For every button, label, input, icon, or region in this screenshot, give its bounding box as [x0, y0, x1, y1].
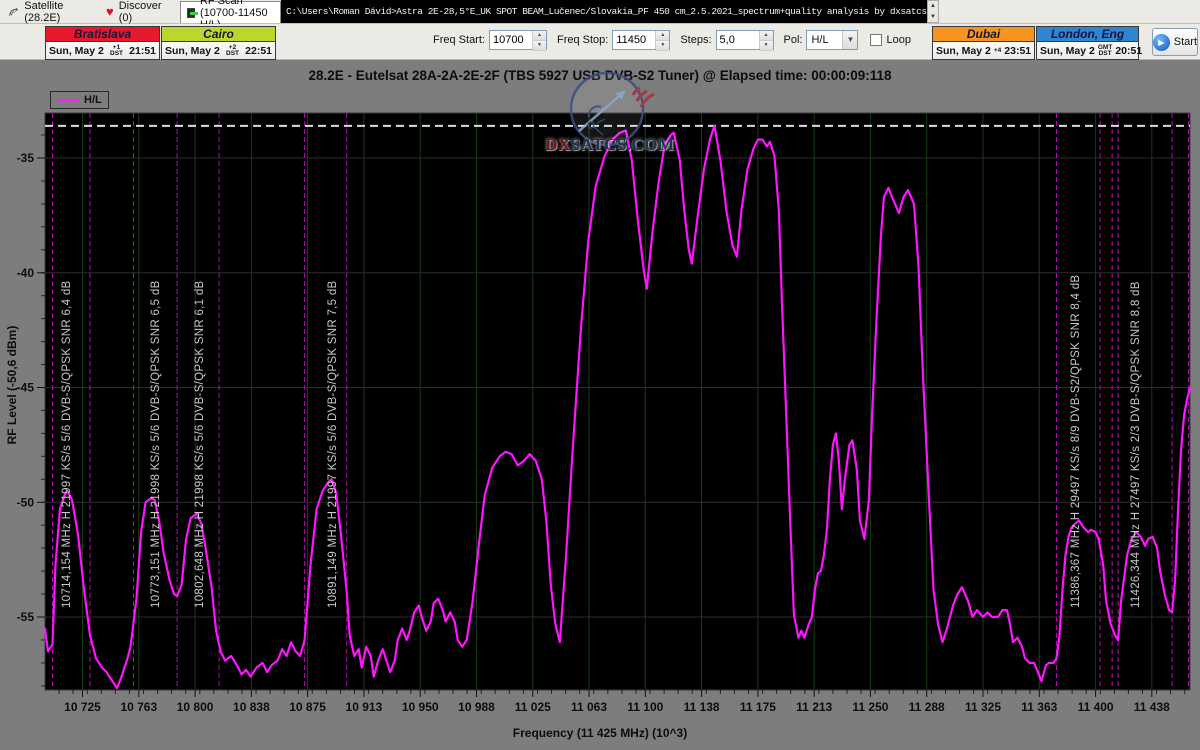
console-scrollbar[interactable]: ▲ ▼: [927, 0, 939, 23]
clock-timezone: +1 DST: [110, 43, 123, 57]
clock-city: London, Eng: [1037, 27, 1138, 42]
clock-timezone: +2 DST: [226, 43, 239, 57]
svg-text:11 138: 11 138: [684, 700, 720, 714]
svg-text:10 800: 10 800: [177, 700, 214, 714]
clock-bratislava: Bratislava Sun, May 2 +1 DST 21:51: [45, 26, 160, 60]
svg-text:11 025: 11 025: [515, 700, 551, 714]
svg-text:11 063: 11 063: [571, 700, 607, 714]
clock-date: Sun, May 2: [49, 44, 104, 57]
svg-text:11 363: 11 363: [1021, 700, 1057, 714]
svg-text:11 438: 11 438: [1134, 700, 1170, 714]
svg-text:10 913: 10 913: [346, 700, 383, 714]
svg-text:11 213: 11 213: [796, 700, 832, 714]
scan-controls: Freq Start: ▲▼ Freq Stop: ▲▼ Steps: ▲▼ P…: [433, 30, 911, 51]
svg-text:-35: -35: [17, 151, 35, 165]
spinner-up-icon[interactable]: ▲: [532, 31, 546, 41]
spinner-down-icon[interactable]: ▼: [759, 41, 773, 51]
svg-text:10 838: 10 838: [233, 700, 270, 714]
tab-satellite[interactable]: Satellite (28.2E): [2, 0, 98, 24]
svg-text:-55: -55: [17, 610, 35, 624]
clock-timezone: GMT DST: [1097, 43, 1113, 57]
svg-text:10 763: 10 763: [120, 700, 157, 714]
top-tab-bar: Satellite (28.2E) ♥ Discover (0) RF Scan…: [0, 0, 1200, 31]
svg-text:10891,149 MHz H 21997 KS/s 5/6: 10891,149 MHz H 21997 KS/s 5/6 DVB-S/QPS…: [327, 280, 339, 608]
svg-text:11 325: 11 325: [965, 700, 1001, 714]
spinner-down-icon[interactable]: ▼: [532, 41, 546, 51]
clock-cairo: Cairo Sun, May 2 +2 DST 22:51: [161, 26, 276, 60]
satellite-dish-icon: [9, 7, 18, 16]
svg-text:11 100: 11 100: [627, 700, 663, 714]
clock-date: Sun, May 2: [165, 44, 220, 57]
svg-text:11 175: 11 175: [740, 700, 776, 714]
svg-text:10 875: 10 875: [289, 700, 326, 714]
clock-date: Sun, May 2: [936, 44, 991, 57]
steps-stepper: ▲▼: [715, 30, 774, 51]
tab-discover[interactable]: ♥ Discover (0): [100, 0, 178, 24]
loop-checkbox[interactable]: [870, 34, 883, 46]
svg-text:10802,648 MHz H 21998 KS/s 5/6: 10802,648 MHz H 21998 KS/s 5/6 DVB-S/QPS…: [194, 280, 206, 608]
svg-text:-50: -50: [17, 495, 35, 509]
clock-date: Sun, May 2: [1040, 44, 1095, 57]
steps-label: Steps:: [680, 34, 712, 46]
svg-text:11 288: 11 288: [909, 700, 945, 714]
tab-rf-scan[interactable]: RF Scan (10700-11450 H/L): [180, 0, 281, 31]
scroll-up-icon[interactable]: ▲: [930, 3, 936, 9]
freq-stop-stepper: ▲▼: [612, 30, 671, 51]
spectrum-chart-panel: 28.2E - Eutelsat 28A-2A-2E-2F (TBS 5927 …: [0, 60, 1200, 750]
control-bar: Bratislava Sun, May 2 +1 DST 21:51 Cairo …: [0, 24, 1200, 60]
play-icon: ▶: [1153, 33, 1170, 51]
svg-text:10773,151 MHz H 21998 KS/s 5/6: 10773,151 MHz H 21998 KS/s 5/6 DVB-S/QPS…: [150, 280, 162, 608]
freq-start-label: Freq Start:: [433, 34, 485, 46]
freq-start-input[interactable]: [489, 31, 532, 49]
tab-discover-label: Discover (0): [118, 0, 162, 24]
pol-select-value: H/L: [811, 34, 829, 46]
pol-select[interactable]: H/L ▼: [806, 30, 859, 50]
svg-text:11 250: 11 250: [852, 700, 888, 714]
pol-label: Pol:: [783, 34, 803, 46]
svg-text:11426,344 MHz H 27497 KS/s 2/3: 11426,344 MHz H 27497 KS/s 2/3 DVB-S/QPS…: [1130, 281, 1142, 608]
tab-satellite-label: Satellite (28.2E): [24, 0, 64, 24]
chevron-down-icon: ▼: [842, 31, 858, 49]
clock-time: 22:51: [245, 44, 272, 57]
clock-time: 23:51: [1004, 44, 1032, 57]
clock-time: 21:51: [129, 44, 156, 57]
clock-timezone: +4: [993, 46, 1002, 54]
start-button-label: Start: [1173, 36, 1197, 48]
freq-stop-input[interactable]: [613, 31, 656, 49]
svg-text:11 400: 11 400: [1078, 700, 1114, 714]
svg-text:-40: -40: [17, 266, 35, 280]
svg-text:10 725: 10 725: [64, 700, 101, 714]
clock-dubai: Dubai Sun, May 2 +4 23:51: [932, 26, 1035, 60]
steps-input[interactable]: [716, 31, 759, 49]
clock-time: 20:51: [1115, 44, 1143, 57]
clock-city: Dubai: [933, 27, 1034, 42]
svg-text:10 950: 10 950: [402, 700, 439, 714]
clock-london: London, Eng Sun, May 2 GMT DST 20:51: [1036, 26, 1143, 60]
clocks-right: Dubai Sun, May 2 +4 23:51 London, Eng Su…: [932, 26, 1143, 60]
spectrum-plot: 10 725 10 763 10 800 10 838 10 875 10 913 10 9…: [17, 112, 1192, 714]
rf-scan-icon: [187, 7, 198, 18]
svg-text:11386,367 MHz H 29497 KS/s 8/9: 11386,367 MHz H 29497 KS/s 8/9 DVB-S2/QP…: [1070, 275, 1082, 608]
clocks-left: Bratislava Sun, May 2 +1 DST 21:51 Cairo …: [45, 26, 277, 60]
x-axis-label: Frequency (11 425 MHz) (10^3): [512, 726, 688, 740]
freq-start-stepper: ▲▼: [488, 30, 547, 51]
clock-city: Bratislava: [46, 27, 159, 42]
heart-icon: ♥: [106, 4, 114, 19]
svg-text:-45: -45: [17, 381, 35, 395]
svg-text:10 988: 10 988: [458, 700, 495, 714]
clock-city: Cairo: [162, 27, 275, 42]
spinner-down-icon[interactable]: ▼: [656, 41, 670, 51]
svg-text:10714,154 MHz H 21997 KS/s 5/6: 10714,154 MHz H 21997 KS/s 5/6 DVB-S/QPS…: [61, 280, 73, 608]
start-button[interactable]: ▶ Start: [1152, 28, 1198, 56]
scroll-down-icon[interactable]: ▼: [930, 14, 936, 20]
freq-stop-label: Freq Stop:: [556, 34, 609, 46]
spinner-up-icon[interactable]: ▲: [656, 31, 670, 41]
spinner-up-icon[interactable]: ▲: [759, 31, 773, 41]
console-title-bar: C:\Users\Roman Dávid>Astra 2E-28,5°E_UK …: [281, 0, 927, 23]
loop-label: Loop: [886, 34, 911, 46]
